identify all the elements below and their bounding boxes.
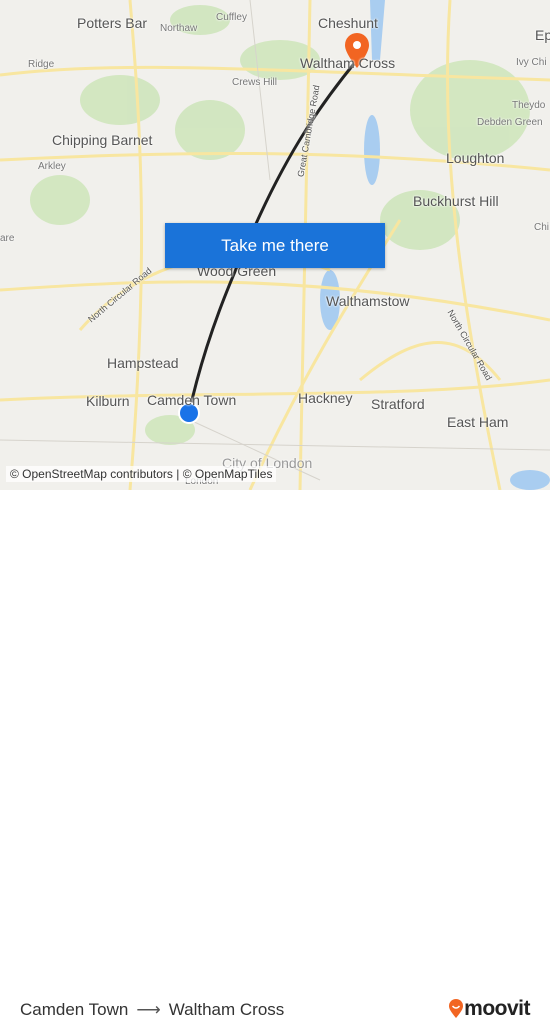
arrow-right-icon: ⟶ bbox=[136, 1000, 161, 1019]
label-edgware: are bbox=[0, 233, 15, 244]
label-northaw: Northaw bbox=[160, 23, 198, 34]
footer: Camden Town ⟶ Waltham Cross moovit bbox=[0, 490, 550, 1020]
label-cuffley: Cuffley bbox=[216, 12, 247, 23]
label-walthamstow: Walthamstow bbox=[326, 293, 410, 309]
label-stratford: Stratford bbox=[371, 396, 425, 412]
label-hackney: Hackney bbox=[298, 390, 353, 406]
label-loughton: Loughton bbox=[446, 150, 505, 166]
label-theydon: Theydo bbox=[512, 100, 546, 111]
label-chigwell: Chi bbox=[534, 222, 550, 233]
map-attribution[interactable]: © OpenStreetMap contributors | © OpenMap… bbox=[6, 466, 277, 482]
moovit-wordmark: moovit bbox=[464, 997, 530, 1020]
label-arkley: Arkley bbox=[38, 161, 66, 172]
moovit-logo[interactable]: moovit bbox=[448, 997, 530, 1021]
label-east-ham: East Ham bbox=[447, 414, 509, 430]
origin-name: Camden Town bbox=[20, 1000, 129, 1019]
label-chipping-barnet: Chipping Barnet bbox=[52, 132, 153, 148]
label-kilburn: Kilburn bbox=[86, 393, 130, 409]
map[interactable]: Potters Bar Cuffley Northaw Cheshunt Ep … bbox=[0, 0, 550, 490]
label-potters-bar: Potters Bar bbox=[77, 15, 148, 31]
label-crews-hill: Crews Hill bbox=[232, 77, 277, 88]
label-waltham-cross: Waltham Cross bbox=[300, 55, 396, 71]
label-ivy-chimneys: Ivy Chi bbox=[516, 57, 547, 68]
route-summary: Camden Town ⟶ Waltham Cross bbox=[20, 1000, 284, 1020]
label-cheshunt: Cheshunt bbox=[318, 15, 378, 31]
label-debden-green: Debden Green bbox=[477, 117, 543, 128]
label-hampstead: Hampstead bbox=[107, 355, 179, 371]
label-buckhurst-hill: Buckhurst Hill bbox=[413, 193, 499, 209]
moovit-pin-icon bbox=[449, 999, 464, 1018]
take-me-there-button[interactable]: Take me there bbox=[165, 223, 385, 268]
destination-name: Waltham Cross bbox=[168, 1000, 285, 1019]
label-epping: Ep bbox=[535, 27, 550, 43]
label-ridge: Ridge bbox=[28, 59, 55, 70]
label-camden-town: Camden Town bbox=[147, 392, 237, 408]
